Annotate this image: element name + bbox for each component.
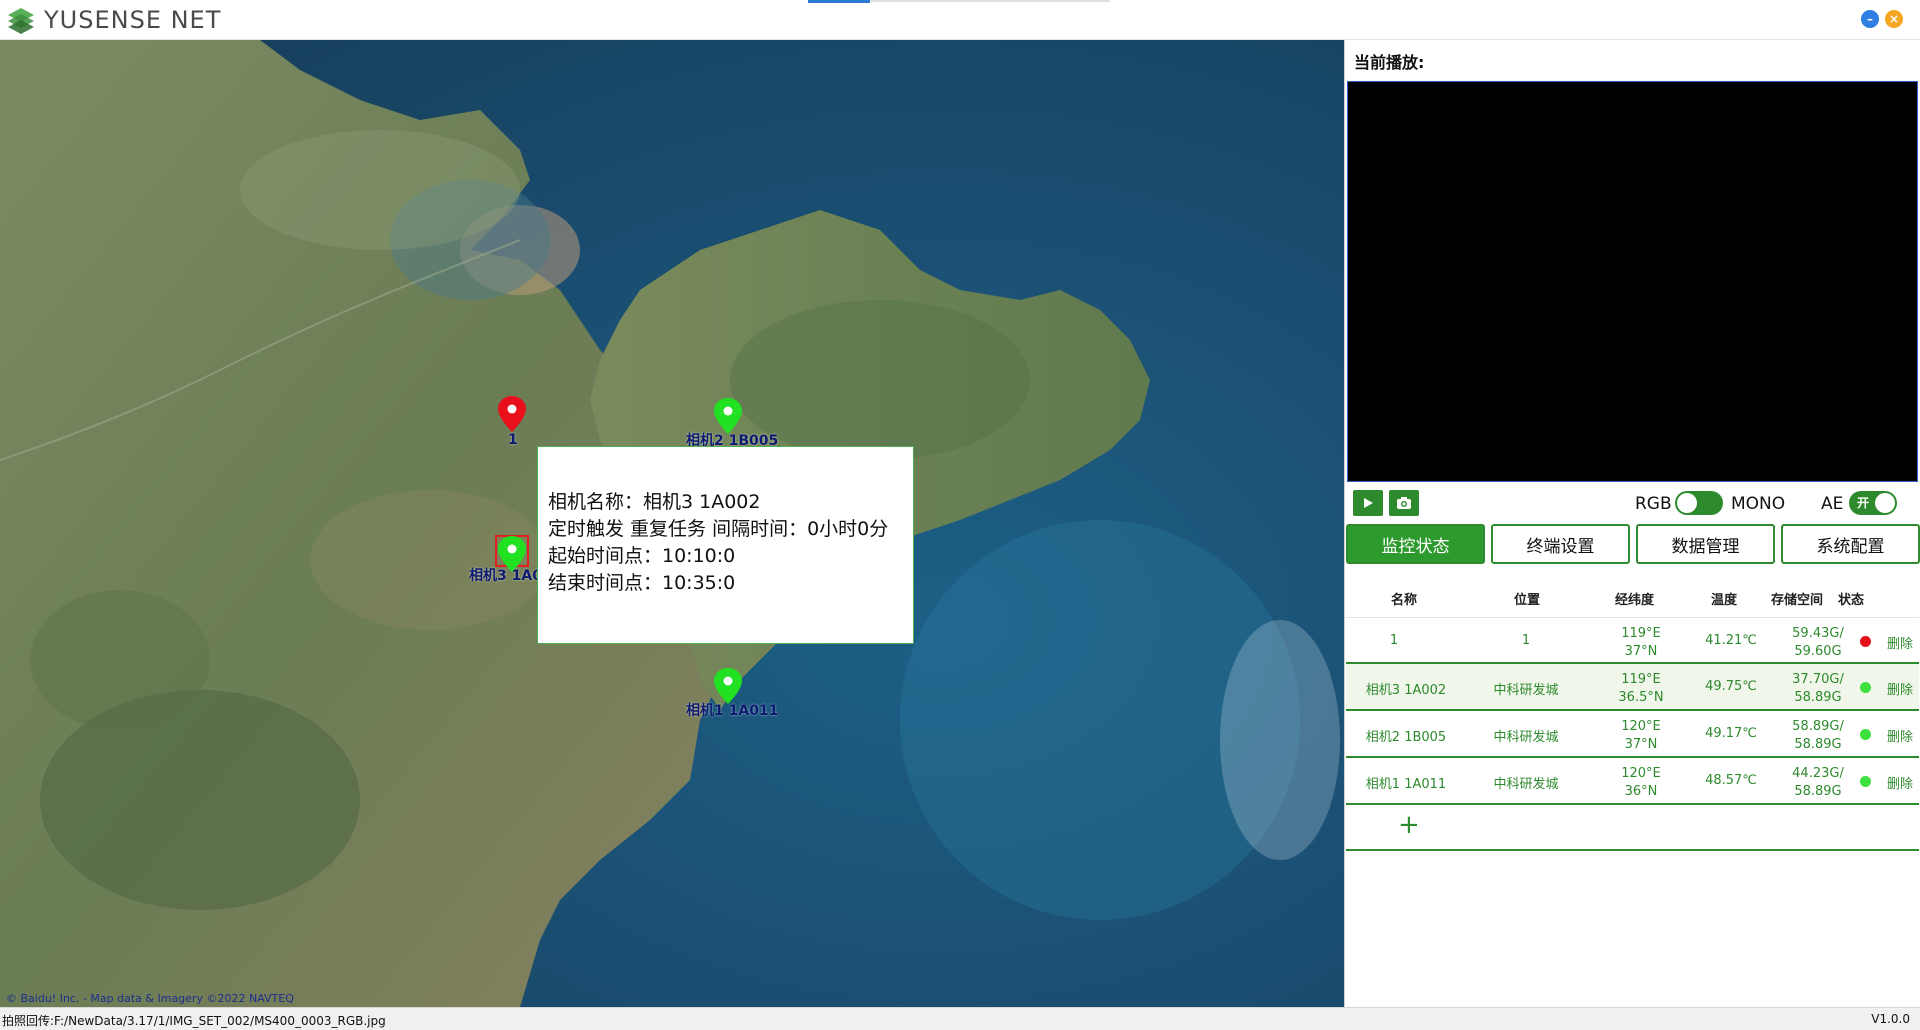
cell-temp: 49.17℃ <box>1705 726 1757 741</box>
app-title: YUSENSE NET <box>44 6 222 34</box>
cell-name: 相机1 1A011 <box>1365 777 1447 792</box>
col-header-location: 位置 <box>1514 593 1541 608</box>
cell-lat: 36°N <box>1624 784 1658 799</box>
cell-storage-used: 59.43G/ <box>1792 626 1844 641</box>
cell-lat: 36.5°N <box>1618 690 1664 705</box>
now-playing-label: 当前播放: <box>1354 53 1425 72</box>
ae-toggle[interactable]: 开 <box>1849 491 1897 515</box>
delete-button[interactable]: 删除 <box>1882 773 1918 792</box>
cell-temp: 48.57℃ <box>1705 773 1757 788</box>
tab-system-config[interactable]: 系统配置 <box>1781 524 1920 564</box>
col-header-coords: 经纬度 <box>1615 593 1655 608</box>
add-device-button[interactable]: + <box>1398 810 1420 840</box>
cell-lon: 119°E <box>1621 626 1661 641</box>
cell-location: 中科研发城 <box>1493 730 1559 745</box>
status-dot-icon <box>1860 682 1871 693</box>
panel-tabs: 监控状态 终端设置 数据管理 系统配置 <box>1346 524 1920 564</box>
table-header: 名称 位置 经纬度 温度 存储空间 状态 <box>1346 577 1919 617</box>
title-bar: YUSENSE NET – × <box>0 0 1920 40</box>
photo-upload-status: 拍照回传:F:/NewData/3.17/1/IMG_SET_002/MS400… <box>2 1014 386 1028</box>
cell-coords: 120°E 37°N <box>1596 718 1686 754</box>
table-row[interactable]: 相机2 1B005 中科研发城 120°E 37°N 49.17℃ 58.89G… <box>1346 711 1919 758</box>
cell-name: 1 <box>1389 633 1399 648</box>
cell-location: 中科研发城 <box>1493 683 1559 698</box>
cell-storage-total: 58.89G <box>1794 737 1842 752</box>
cell-lon: 119°E <box>1621 672 1661 687</box>
cell-storage: 59.43G/ 59.60G <box>1778 625 1858 661</box>
tab-data-management[interactable]: 数据管理 <box>1636 524 1775 564</box>
version-label: V1.0.0 <box>1871 1012 1910 1026</box>
map-marker-label: 相机1 1A011 <box>686 703 779 719</box>
map-copyright: © Baidu! Inc. - Map data & Imagery ©2022… <box>6 992 294 1005</box>
delete-button[interactable]: 删除 <box>1882 726 1918 745</box>
col-header-name: 名称 <box>1391 593 1418 608</box>
cell-location: 中科研发城 <box>1493 777 1559 792</box>
cell-lat: 37°N <box>1624 644 1658 659</box>
table-row[interactable]: 相机3 1A002 中科研发城 119°E 36.5°N 49.75℃ 37.7… <box>1346 664 1919 711</box>
status-dot-icon <box>1860 729 1871 740</box>
cell-storage-total: 58.89G <box>1794 690 1842 705</box>
title-tab-indicator <box>808 0 1110 3</box>
snapshot-button[interactable] <box>1389 490 1419 516</box>
col-header-temp: 温度 <box>1711 593 1738 608</box>
mono-label: MONO <box>1731 494 1786 514</box>
app-brand: YUSENSE NET <box>6 6 221 34</box>
map-marker-icon[interactable] <box>498 396 526 432</box>
cell-storage: 37.70G/ 58.89G <box>1778 671 1858 707</box>
rgb-mono-toggle[interactable] <box>1675 491 1723 515</box>
map-marker-icon[interactable] <box>714 398 742 434</box>
cell-temp: 49.75℃ <box>1705 679 1757 694</box>
ae-toggle-text: 开 <box>1857 496 1870 510</box>
cell-lat: 37°N <box>1624 737 1658 752</box>
cell-storage-total: 59.60G <box>1794 644 1842 659</box>
popup-start-time: 起始时间点：10:10:0 <box>548 545 736 567</box>
popup-trigger-info: 定时触发 重复任务 间隔时间：0小时0分 <box>548 518 889 540</box>
device-table: 名称 位置 经纬度 温度 存储空间 状态 1 1 119°E 37°N 41.2… <box>1346 577 1919 851</box>
status-dot-icon <box>1860 636 1871 647</box>
cell-storage-total: 58.89G <box>1794 784 1842 799</box>
delete-button[interactable]: 删除 <box>1882 633 1918 652</box>
tab-terminal-settings[interactable]: 终端设置 <box>1491 524 1630 564</box>
popup-end-time: 结束时间点：10:35:0 <box>548 572 736 594</box>
cell-storage-used: 58.89G/ <box>1792 719 1844 734</box>
play-icon <box>1364 498 1373 508</box>
cell-storage: 44.23G/ 58.89G <box>1778 765 1858 801</box>
cell-storage-used: 44.23G/ <box>1792 766 1844 781</box>
cell-storage: 58.89G/ 58.89G <box>1778 718 1858 754</box>
popup-camera-name: 相机名称：相机3 1A002 <box>548 491 761 513</box>
app-logo-icon <box>8 8 34 34</box>
status-dot-icon <box>1860 776 1871 787</box>
cell-location: 1 <box>1521 633 1531 648</box>
add-device-row: + <box>1346 805 1919 851</box>
map-marker-icon[interactable] <box>714 668 742 704</box>
camera-info-popup: 相机名称：相机3 1A002 定时触发 重复任务 间隔时间：0小时0分 起始时间… <box>537 446 914 644</box>
map-marker-label: 相机3 1A0 <box>469 568 542 584</box>
table-row[interactable]: 1 1 119°E 37°N 41.21℃ 59.43G/ 59.60G 删除 <box>1346 617 1919 664</box>
play-button[interactable] <box>1353 490 1383 516</box>
status-bar: 拍照回传:F:/NewData/3.17/1/IMG_SET_002/MS400… <box>0 1007 1920 1030</box>
cell-coords: 119°E 37°N <box>1596 625 1686 661</box>
tab-monitor-status[interactable]: 监控状态 <box>1346 524 1485 564</box>
close-icon[interactable]: × <box>1885 10 1903 28</box>
table-row[interactable]: 相机1 1A011 中科研发城 120°E 36°N 48.57℃ 44.23G… <box>1346 758 1919 805</box>
cell-lon: 120°E <box>1621 719 1661 734</box>
cell-coords: 120°E 36°N <box>1596 765 1686 801</box>
cell-storage-used: 37.70G/ <box>1792 672 1844 687</box>
minimize-icon[interactable]: – <box>1861 10 1879 28</box>
cell-name: 相机2 1B005 <box>1365 730 1447 745</box>
video-player[interactable] <box>1347 81 1918 482</box>
cell-lon: 120°E <box>1621 766 1661 781</box>
rgb-label: RGB <box>1635 494 1672 514</box>
cell-coords: 119°E 36.5°N <box>1596 671 1686 707</box>
cell-name: 相机3 1A002 <box>1365 683 1447 698</box>
cell-temp: 41.21℃ <box>1705 633 1757 648</box>
right-panel: 当前播放: RGB MONO AE 开 监控状态 终端设置 数据管理 系统配置 … <box>1344 40 1920 1007</box>
ae-label: AE <box>1821 494 1844 514</box>
delete-button[interactable]: 删除 <box>1882 679 1918 698</box>
col-header-status: 状态 <box>1838 593 1865 608</box>
col-header-storage: 存储空间 <box>1771 593 1824 608</box>
map-marker-label: 1 <box>508 432 518 448</box>
camera-icon <box>1397 497 1411 509</box>
